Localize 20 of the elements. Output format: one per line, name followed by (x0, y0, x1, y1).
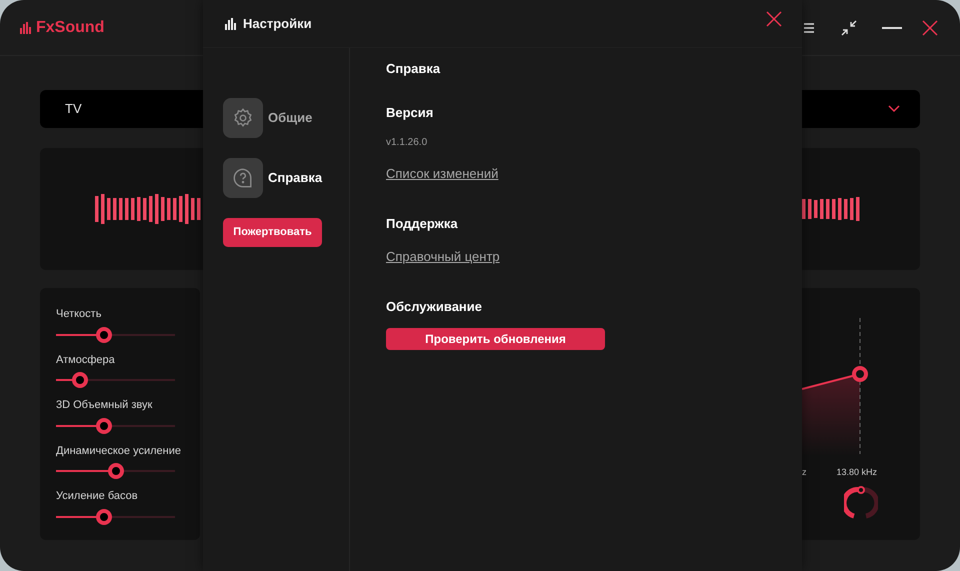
frequency-label: z (802, 466, 806, 479)
version-heading: Версия (386, 104, 434, 122)
slider-label: Четкость (56, 307, 102, 322)
nav-item[interactable]: Справка (223, 158, 349, 198)
slider-label: 3D Объемный звук (56, 398, 154, 413)
slider-label: Усиление басов (56, 489, 139, 504)
nav-item[interactable]: Общие (223, 98, 349, 138)
slider-label: Атмосфера (56, 352, 116, 368)
support-heading: Поддержка (386, 214, 459, 233)
section-title: Справка (386, 60, 442, 78)
help-center-link[interactable]: Справочный центр (386, 247, 500, 266)
check-updates-button[interactable]: Проверить обновления (386, 328, 605, 350)
maintenance-heading: Обслуживание (386, 298, 484, 316)
version-text: v1.1.26.0 (386, 136, 428, 150)
changelog-link[interactable]: Список изменений (386, 164, 498, 184)
app-logo: FxSound (36, 18, 104, 38)
dialog-title: Настройки (243, 14, 312, 33)
frequency-label: 13.80 kHz (836, 466, 878, 479)
slider-label: Динамическое усиление (56, 444, 182, 458)
donate-button[interactable]: Пожертвовать (223, 218, 322, 247)
